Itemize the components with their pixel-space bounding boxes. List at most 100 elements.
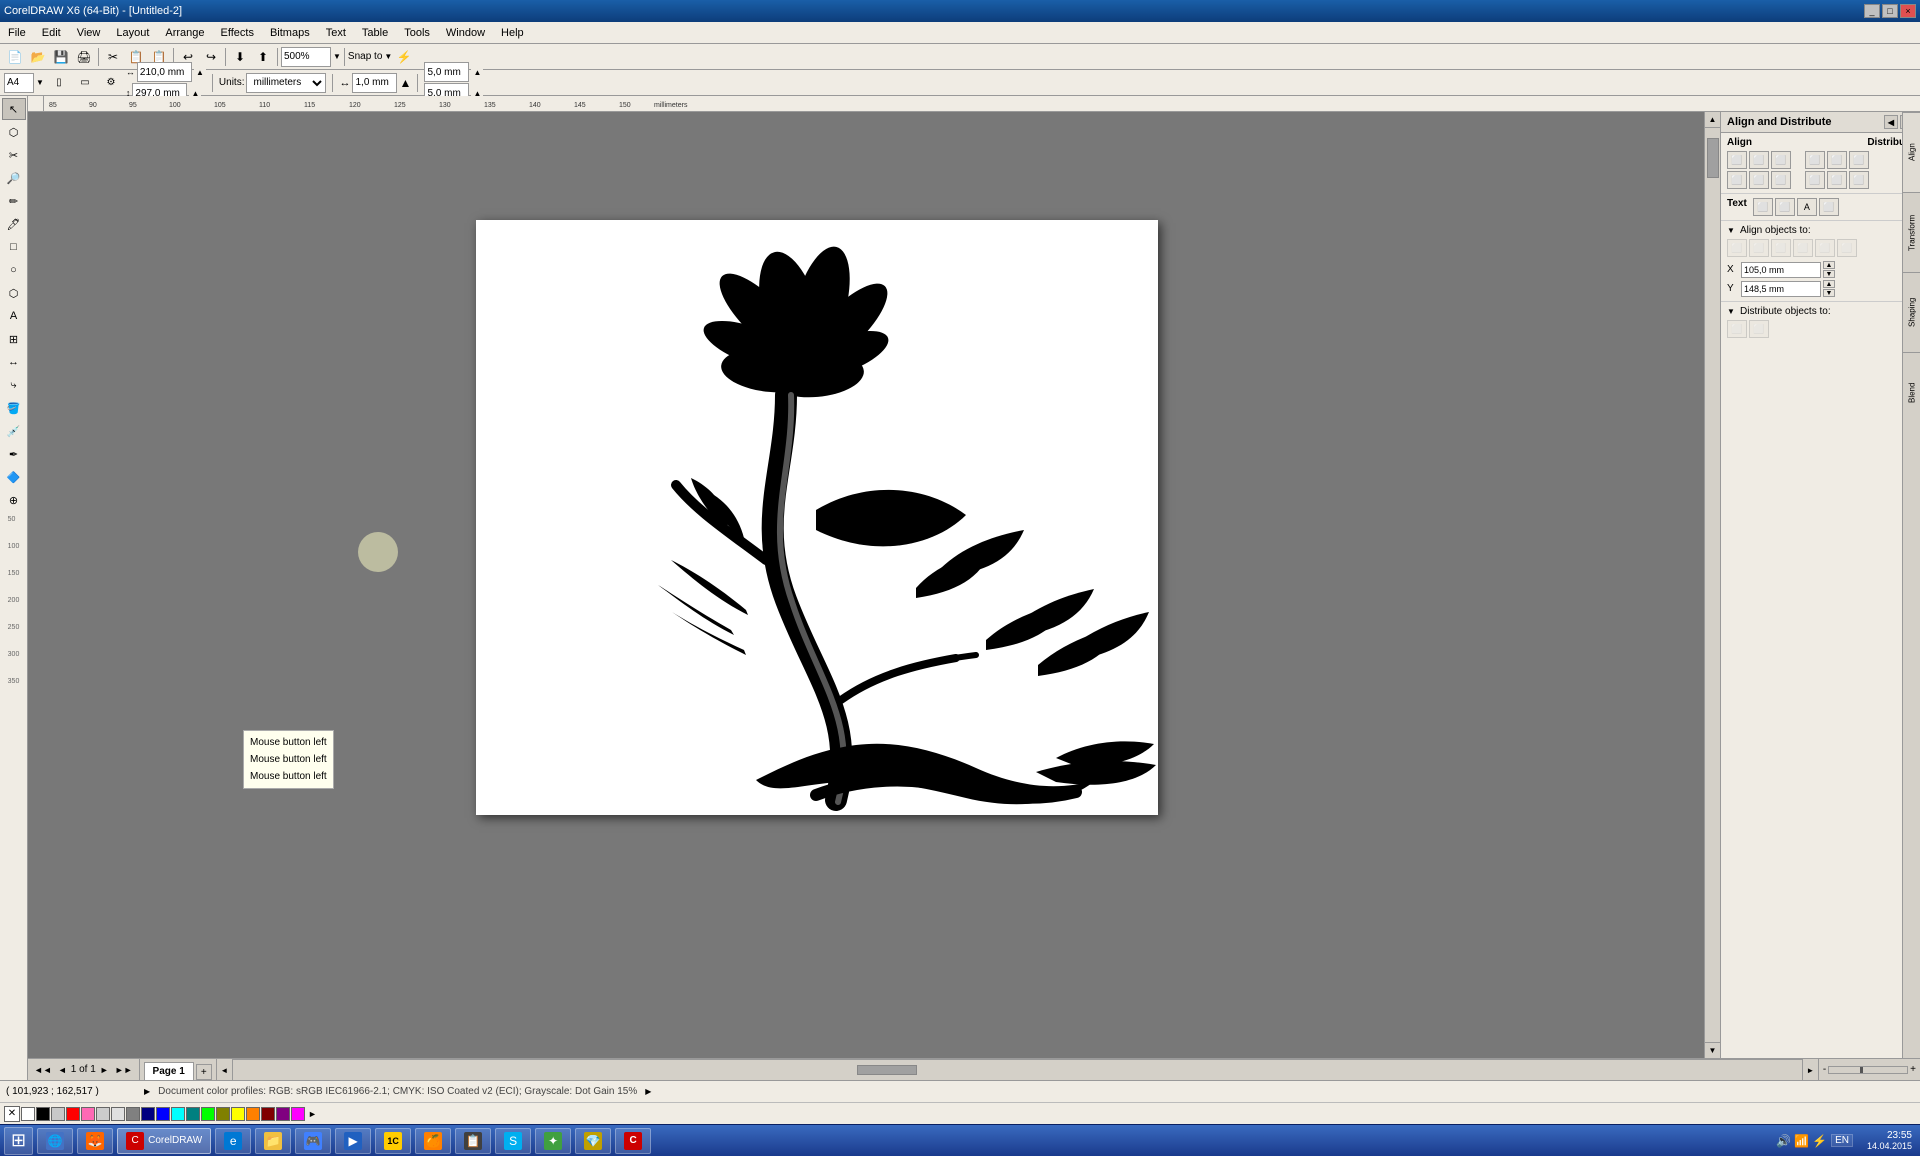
- export-btn[interactable]: ⬆: [252, 46, 274, 68]
- zoom-in-btn[interactable]: +: [1910, 1064, 1916, 1075]
- menu-help[interactable]: Help: [493, 22, 532, 43]
- no-fill-swatch[interactable]: ✕: [4, 1106, 20, 1122]
- text-align-right-btn[interactable]: A: [1797, 198, 1817, 216]
- panel-tab-transform[interactable]: Transform: [1903, 192, 1920, 272]
- menu-edit[interactable]: Edit: [34, 22, 69, 43]
- freehand-tool[interactable]: ✏: [2, 190, 26, 212]
- page-size-input[interactable]: [4, 73, 34, 93]
- dist-center-v-btn[interactable]: ⬜: [1827, 171, 1847, 189]
- align-to-btn4[interactable]: ⬜: [1793, 239, 1813, 257]
- connector-tool[interactable]: ⤷: [2, 374, 26, 396]
- taskbar-explorer[interactable]: 📁: [255, 1128, 291, 1154]
- align-expand-arrow[interactable]: ▼: [1727, 226, 1737, 236]
- snap-x-up-btn[interactable]: ▲: [471, 67, 483, 77]
- tray-network[interactable]: 🔊: [1776, 1134, 1791, 1148]
- width-input[interactable]: [137, 62, 192, 82]
- align-to-btn3[interactable]: ⬜: [1771, 239, 1791, 257]
- canvas-area[interactable]: Mouse button left Mouse button left Mous…: [28, 112, 1720, 1058]
- minimize-button[interactable]: _: [1864, 4, 1880, 18]
- color-swatch-gray1[interactable]: [51, 1107, 65, 1121]
- align-right-btn[interactable]: ⬜: [1771, 151, 1791, 169]
- nav-last-btn[interactable]: ►►: [113, 1065, 135, 1075]
- taskbar-corel2[interactable]: C: [615, 1128, 651, 1154]
- width-up-btn[interactable]: ▲: [194, 67, 206, 77]
- dist-bottom-btn[interactable]: ⬜: [1849, 171, 1869, 189]
- taskbar-firefox[interactable]: 🦊: [77, 1128, 113, 1154]
- units-select[interactable]: millimeters: [246, 73, 326, 93]
- nav-next-btn[interactable]: ►: [98, 1065, 111, 1075]
- open-btn[interactable]: 📂: [27, 46, 49, 68]
- color-swatch-olive[interactable]: [216, 1107, 230, 1121]
- page-options-btn[interactable]: ⚙: [100, 72, 122, 94]
- menu-view[interactable]: View: [69, 22, 109, 43]
- scroll-up-btn[interactable]: ▲: [1705, 112, 1721, 128]
- align-left-btn[interactable]: ⬜: [1727, 151, 1747, 169]
- close-button[interactable]: ×: [1900, 4, 1916, 18]
- color-more-indicator[interactable]: ►: [306, 1109, 319, 1119]
- new-btn[interactable]: 📄: [4, 46, 26, 68]
- zoom-input[interactable]: [281, 47, 331, 67]
- start-button[interactable]: ⊞: [4, 1127, 33, 1155]
- page-tab-1[interactable]: Page 1: [144, 1062, 194, 1080]
- clock[interactable]: 23:55 14.04.2015: [1857, 1130, 1912, 1151]
- taskbar-corel[interactable]: C CorelDRAW: [117, 1128, 211, 1154]
- dist-to-btn2[interactable]: ⬜: [1749, 320, 1769, 338]
- zoom-tool[interactable]: 🔎: [2, 167, 26, 189]
- text-align-btn4[interactable]: ⬜: [1819, 198, 1839, 216]
- snap-arrow[interactable]: ▼: [384, 52, 392, 61]
- align-to-btn6[interactable]: ⬜: [1837, 239, 1857, 257]
- zoom-arrow[interactable]: ▼: [333, 52, 341, 61]
- nav-prev-btn[interactable]: ◄: [56, 1065, 69, 1075]
- color-swatch-orange[interactable]: [246, 1107, 260, 1121]
- dist-left-btn[interactable]: ⬜: [1805, 151, 1825, 169]
- hscroll-right-btn[interactable]: ►: [1802, 1059, 1818, 1080]
- add-page-btn[interactable]: +: [196, 1064, 212, 1080]
- taskbar-1c[interactable]: 1C: [375, 1128, 411, 1154]
- menu-effects[interactable]: Effects: [213, 22, 262, 43]
- color-swatch-lgray[interactable]: [111, 1107, 125, 1121]
- taskbar-skype[interactable]: S: [495, 1128, 531, 1154]
- menu-tools[interactable]: Tools: [396, 22, 438, 43]
- menu-bitmaps[interactable]: Bitmaps: [262, 22, 318, 43]
- taskbar-green[interactable]: ✦: [535, 1128, 571, 1154]
- taskbar-media[interactable]: ▶: [335, 1128, 371, 1154]
- page-size-arrow[interactable]: ▼: [36, 78, 44, 87]
- snap-x-input[interactable]: [424, 62, 469, 82]
- color-swatch-white[interactable]: [21, 1107, 35, 1121]
- color-swatch-black[interactable]: [36, 1107, 50, 1121]
- taskbar-ie[interactable]: e: [215, 1128, 251, 1154]
- table-tool[interactable]: ⊞: [2, 328, 26, 350]
- crop-tool[interactable]: ✂: [2, 144, 26, 166]
- shape-tool[interactable]: ⬡: [2, 121, 26, 143]
- print-btn[interactable]: 🖨: [73, 46, 95, 68]
- panel-tab-align[interactable]: Align: [1903, 112, 1920, 192]
- vertical-scrollbar[interactable]: ▲ ▼: [1704, 112, 1720, 1058]
- maximize-button[interactable]: □: [1882, 4, 1898, 18]
- horizontal-scrollbar[interactable]: ◄ ►: [216, 1059, 1818, 1080]
- color-swatch-magenta[interactable]: [291, 1107, 305, 1121]
- hscroll-thumb[interactable]: [857, 1065, 917, 1075]
- y-value-input[interactable]: [1741, 281, 1821, 297]
- cut-btn[interactable]: ✂: [102, 46, 124, 68]
- taskbar-diamond[interactable]: 💎: [575, 1128, 611, 1154]
- align-top-btn[interactable]: ⬜: [1727, 171, 1747, 189]
- snap-btn[interactable]: ⚡: [393, 46, 415, 68]
- color-swatch-maroon[interactable]: [261, 1107, 275, 1121]
- lang-indicator[interactable]: EN: [1831, 1134, 1853, 1147]
- color-swatch-red[interactable]: [66, 1107, 80, 1121]
- dist-top-btn[interactable]: ⬜: [1805, 171, 1825, 189]
- menu-window[interactable]: Window: [438, 22, 493, 43]
- artistic-tool[interactable]: 🖊: [2, 213, 26, 235]
- panel-expand-btn[interactable]: ◀: [1884, 115, 1898, 129]
- nudge-up-btn[interactable]: ▲: [399, 72, 411, 94]
- coords-arrow[interactable]: ▶: [144, 1087, 150, 1096]
- portrait-btn[interactable]: ▯: [48, 72, 70, 94]
- x-value-input[interactable]: [1741, 262, 1821, 278]
- color-swatch-purple[interactable]: [276, 1107, 290, 1121]
- distribute-expand-arrow[interactable]: ▼: [1727, 307, 1737, 317]
- menu-table[interactable]: Table: [354, 22, 396, 43]
- tray-battery[interactable]: ⚡: [1812, 1134, 1827, 1148]
- scroll-thumb-v[interactable]: [1707, 138, 1719, 178]
- align-to-btn2[interactable]: ⬜: [1749, 239, 1769, 257]
- eyedrop-tool[interactable]: 💉: [2, 420, 26, 442]
